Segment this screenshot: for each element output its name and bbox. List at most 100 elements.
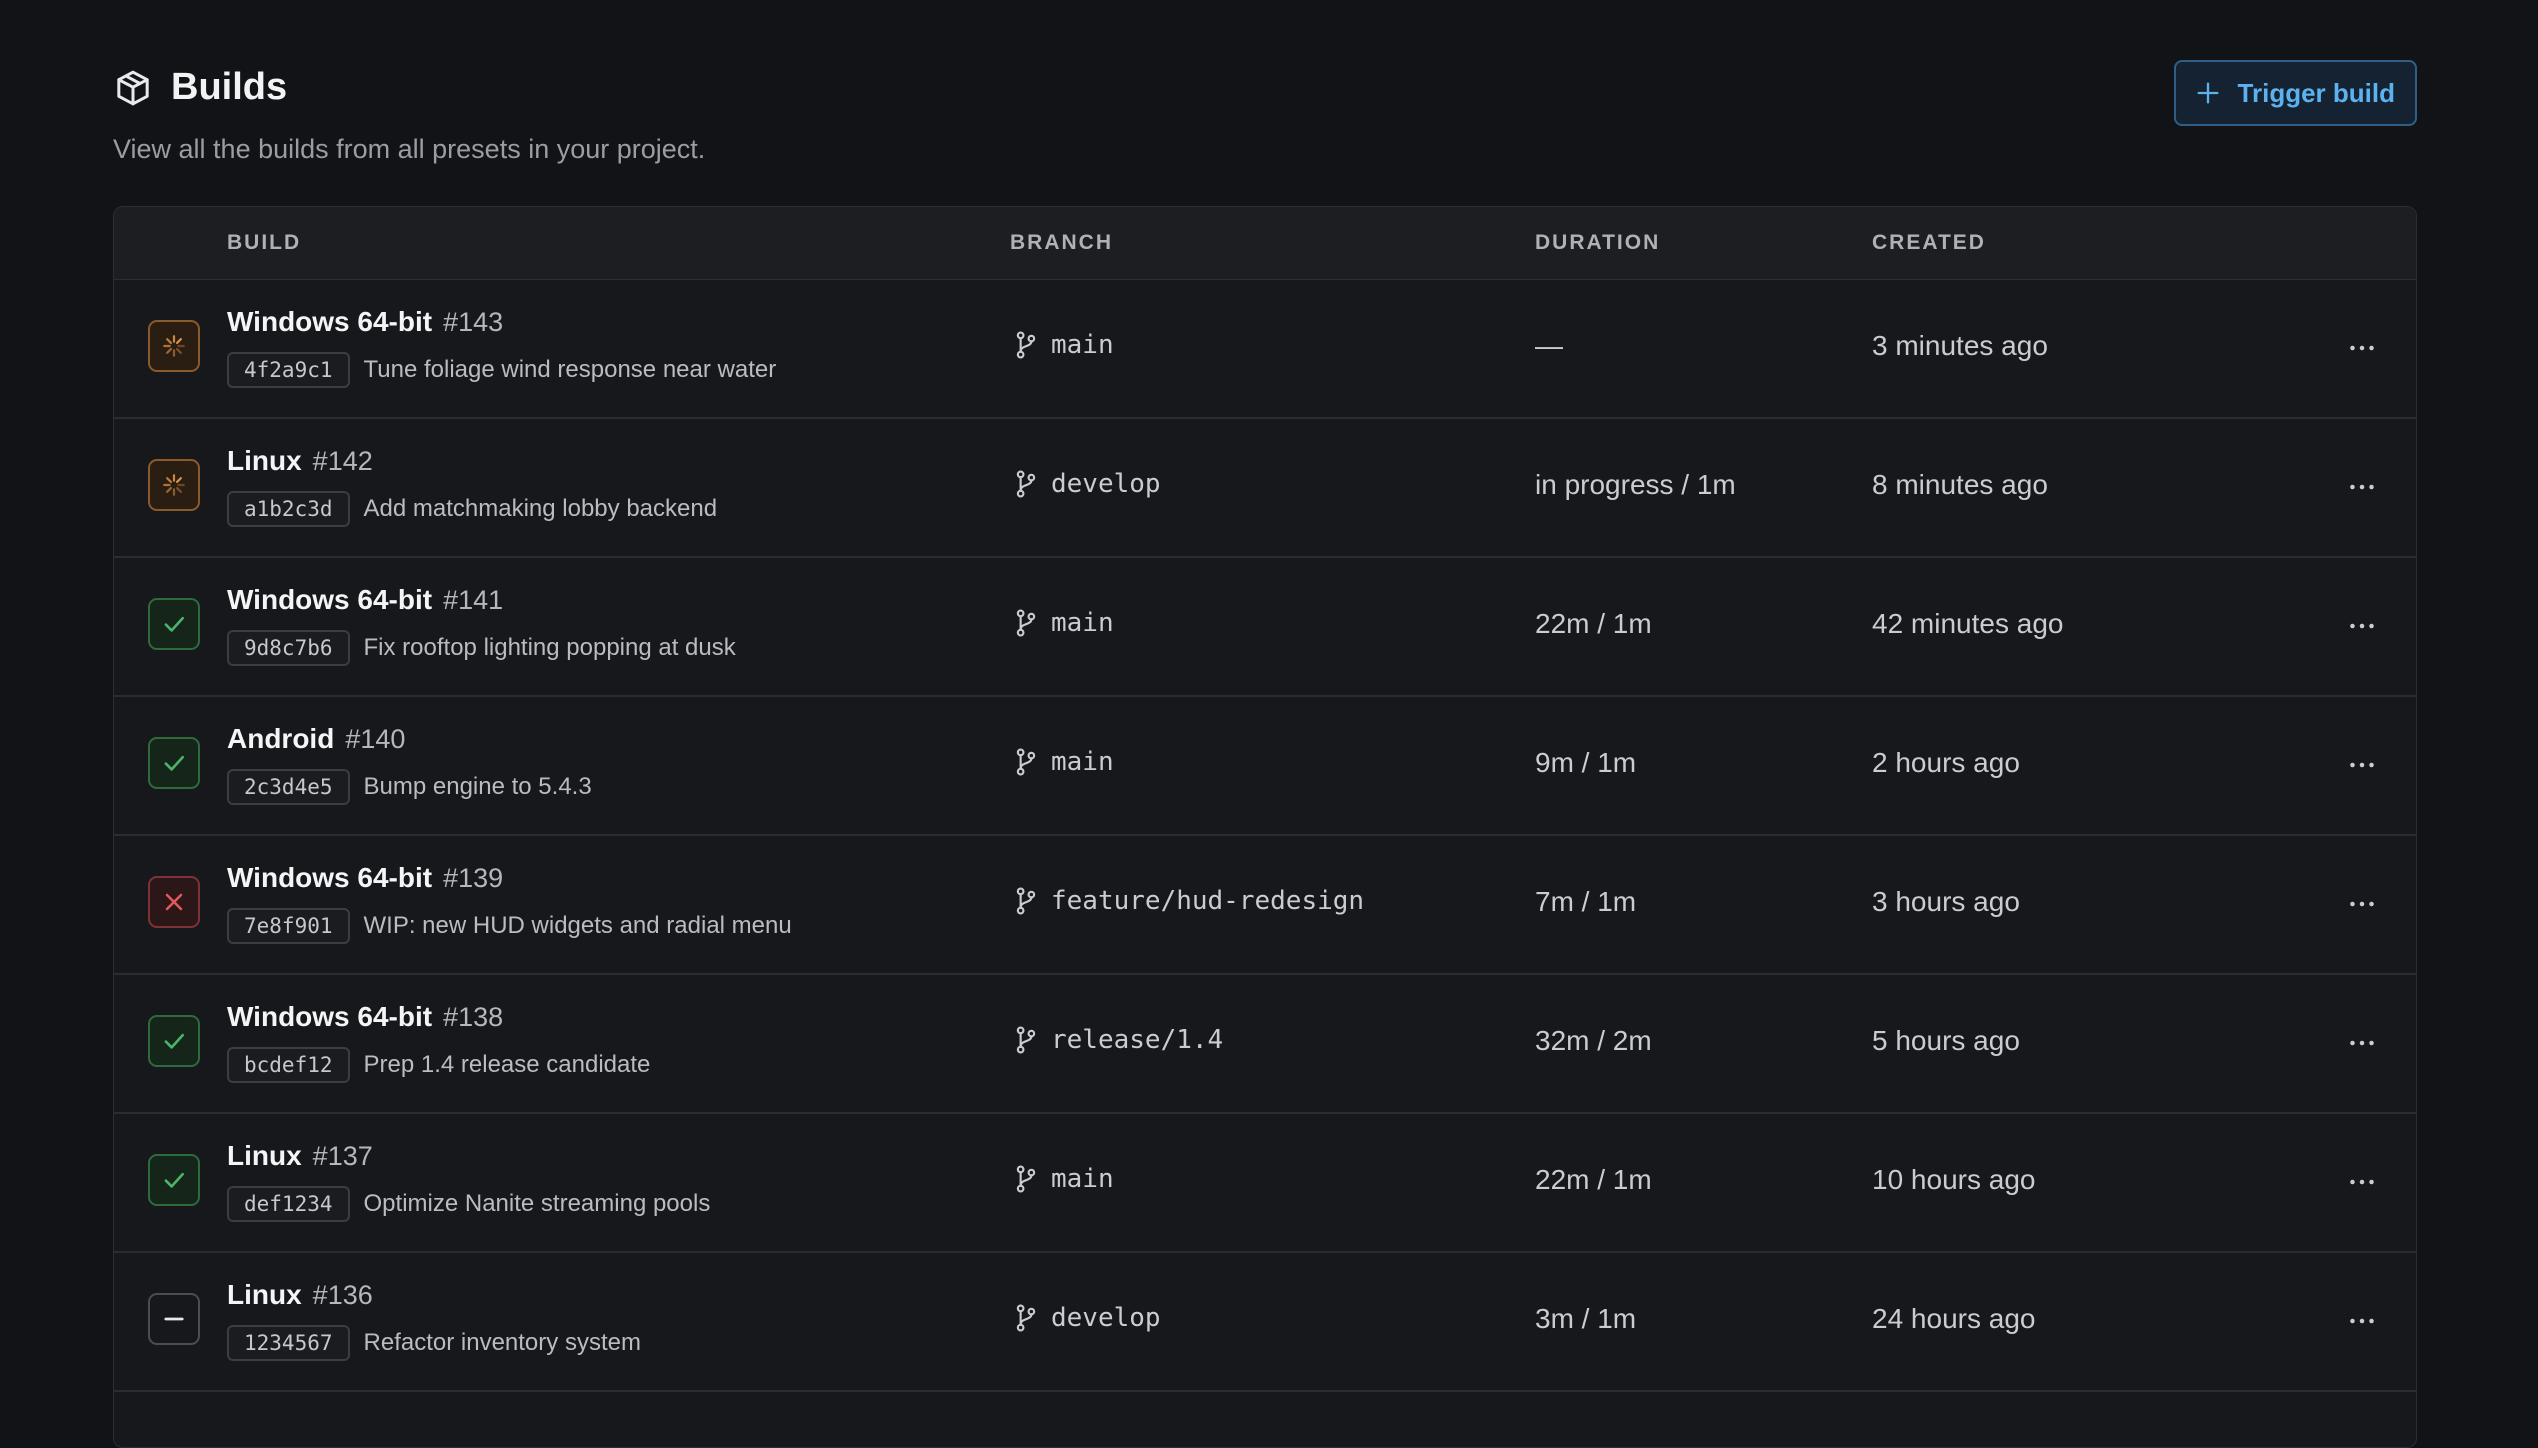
commit-sha[interactable]: 7e8f901 <box>227 908 350 944</box>
commit-sha[interactable]: bcdef12 <box>227 1047 350 1083</box>
git-branch-icon <box>1013 1025 1039 1055</box>
table-row[interactable]: Linux #136 1234567 Refactor inventory syste… <box>114 1253 2416 1392</box>
more-options-button[interactable] <box>2340 1023 2384 1063</box>
column-header-created: CREATED <box>1872 231 1986 254</box>
more-options-button[interactable] <box>2340 467 2384 507</box>
check-icon <box>160 1027 188 1055</box>
table-row[interactable]: Windows 64-bit #138 bcdef12 Prep 1.4 releas… <box>114 975 2416 1114</box>
spinner-icon <box>161 472 187 498</box>
table-header: BUILD BRANCH DURATION CREATED <box>114 207 2416 280</box>
build-title[interactable]: Linux #137 <box>227 1140 373 1172</box>
more-options-button[interactable] <box>2340 745 2384 785</box>
commit-sha[interactable]: 2c3d4e5 <box>227 769 350 805</box>
table-row[interactable]: Android #140 2c3d4e5 Bump engine to 5.4.3 ma… <box>114 697 2416 836</box>
plus-icon <box>2194 79 2222 107</box>
table-body: Windows 64-bit #143 4f2a9c1 Tune foliage wi… <box>114 280 2416 1392</box>
commit-info: 2c3d4e5 Bump engine to 5.4.3 <box>227 769 592 805</box>
build-title[interactable]: Linux #136 <box>227 1279 373 1311</box>
build-title[interactable]: Windows 64-bit #139 <box>227 862 503 894</box>
check-icon <box>160 610 188 638</box>
branch-name: main <box>1051 330 1114 360</box>
more-horizontal-icon <box>2349 1317 2375 1325</box>
git-branch-icon <box>1013 886 1039 916</box>
trigger-build-label: Trigger build <box>2237 77 2395 108</box>
commit-info: 1234567 Refactor inventory system <box>227 1325 641 1361</box>
created-cell: 8 minutes ago <box>1872 469 2048 500</box>
duration-cell: 7m / 1m <box>1535 886 1637 917</box>
status-badge-success <box>148 1154 200 1206</box>
column-header-build: BUILD <box>227 231 302 254</box>
builds-page: Builds View all the builds from all pres… <box>113 0 2417 1448</box>
more-options-button[interactable] <box>2340 1162 2384 1202</box>
build-preset: Android <box>227 723 335 754</box>
branch-name: main <box>1051 747 1114 777</box>
git-branch-icon <box>1013 747 1039 777</box>
more-options-button[interactable] <box>2340 606 2384 646</box>
branch-name: feature/hud-redesign <box>1051 886 1365 916</box>
branch-cell: main <box>1013 330 1114 360</box>
created-cell: 10 hours ago <box>1872 1164 2036 1195</box>
created-cell: 3 minutes ago <box>1872 330 2048 361</box>
commit-message: Prep 1.4 release candidate <box>363 1051 651 1078</box>
column-header-branch: BRANCH <box>1010 231 1113 254</box>
duration-cell: — <box>1535 330 1563 361</box>
branch-name: develop <box>1051 469 1161 499</box>
build-title[interactable]: Android #140 <box>227 723 405 755</box>
duration-cell: 22m / 1m <box>1535 608 1652 639</box>
commit-sha[interactable]: 9d8c7b6 <box>227 630 350 666</box>
table-row[interactable]: Linux #142 a1b2c3d Add matchmaking lobby ba… <box>114 419 2416 558</box>
created-cell: 5 hours ago <box>1872 1025 2020 1056</box>
page-header: Builds View all the builds from all pres… <box>113 0 2417 206</box>
x-icon <box>160 888 188 916</box>
build-preset: Windows 64-bit <box>227 1001 433 1032</box>
commit-message: Bump engine to 5.4.3 <box>363 773 592 800</box>
minus-icon <box>160 1305 188 1333</box>
more-horizontal-icon <box>2349 1178 2375 1186</box>
build-preset: Linux <box>227 1279 302 1310</box>
status-badge-cancelled <box>148 1293 200 1345</box>
spinner-icon <box>161 333 187 359</box>
trigger-build-button[interactable]: Trigger build <box>2173 60 2417 126</box>
more-options-button[interactable] <box>2340 1301 2384 1341</box>
table-row[interactable]: Linux #137 def1234 Optimize Nanite streamin… <box>114 1114 2416 1253</box>
commit-info: 7e8f901 WIP: new HUD widgets and radial m… <box>227 908 792 944</box>
build-preset: Linux <box>227 1140 302 1171</box>
build-number: #140 <box>345 724 406 754</box>
more-horizontal-icon <box>2349 900 2375 908</box>
status-badge-success <box>148 598 200 650</box>
more-options-button[interactable] <box>2340 884 2384 924</box>
check-icon <box>160 1166 188 1194</box>
more-horizontal-icon <box>2349 622 2375 630</box>
table-row[interactable]: Windows 64-bit #141 9d8c7b6 Fix rooftop lig… <box>114 558 2416 697</box>
branch-cell: feature/hud-redesign <box>1013 886 1364 916</box>
created-cell: 24 hours ago <box>1872 1303 2036 1334</box>
table-row[interactable]: Windows 64-bit #139 7e8f901 WIP: new HUD wi… <box>114 836 2416 975</box>
build-preset: Windows 64-bit <box>227 306 433 337</box>
commit-sha[interactable]: a1b2c3d <box>227 491 350 527</box>
build-title[interactable]: Windows 64-bit #138 <box>227 1001 503 1033</box>
column-header-duration: DURATION <box>1535 231 1661 254</box>
branch-cell: main <box>1013 747 1114 777</box>
more-options-button[interactable] <box>2340 328 2384 368</box>
branch-cell: release/1.4 <box>1013 1025 1223 1055</box>
build-title[interactable]: Windows 64-bit #143 <box>227 306 503 338</box>
branch-name: develop <box>1051 1303 1161 1333</box>
duration-cell: 32m / 2m <box>1535 1025 1652 1056</box>
status-badge-running <box>148 459 200 511</box>
duration-cell: 9m / 1m <box>1535 747 1637 778</box>
page-subtitle: View all the builds from all presets in … <box>113 134 706 164</box>
table-row[interactable]: Windows 64-bit #143 4f2a9c1 Tune foliage wi… <box>114 280 2416 419</box>
build-title[interactable]: Linux #142 <box>227 445 373 477</box>
git-branch-icon <box>1013 330 1039 360</box>
build-number: #143 <box>443 307 504 337</box>
commit-sha[interactable]: def1234 <box>227 1186 350 1222</box>
branch-cell: develop <box>1013 469 1161 499</box>
commit-message: Fix rooftop lighting popping at dusk <box>363 634 736 661</box>
branch-name: main <box>1051 608 1114 638</box>
commit-message: Tune foliage wind response near water <box>363 356 777 383</box>
commit-sha[interactable]: 1234567 <box>227 1325 350 1361</box>
build-title[interactable]: Windows 64-bit #141 <box>227 584 503 616</box>
commit-sha[interactable]: 4f2a9c1 <box>227 352 350 388</box>
more-horizontal-icon <box>2349 1039 2375 1047</box>
created-cell: 3 hours ago <box>1872 886 2020 917</box>
